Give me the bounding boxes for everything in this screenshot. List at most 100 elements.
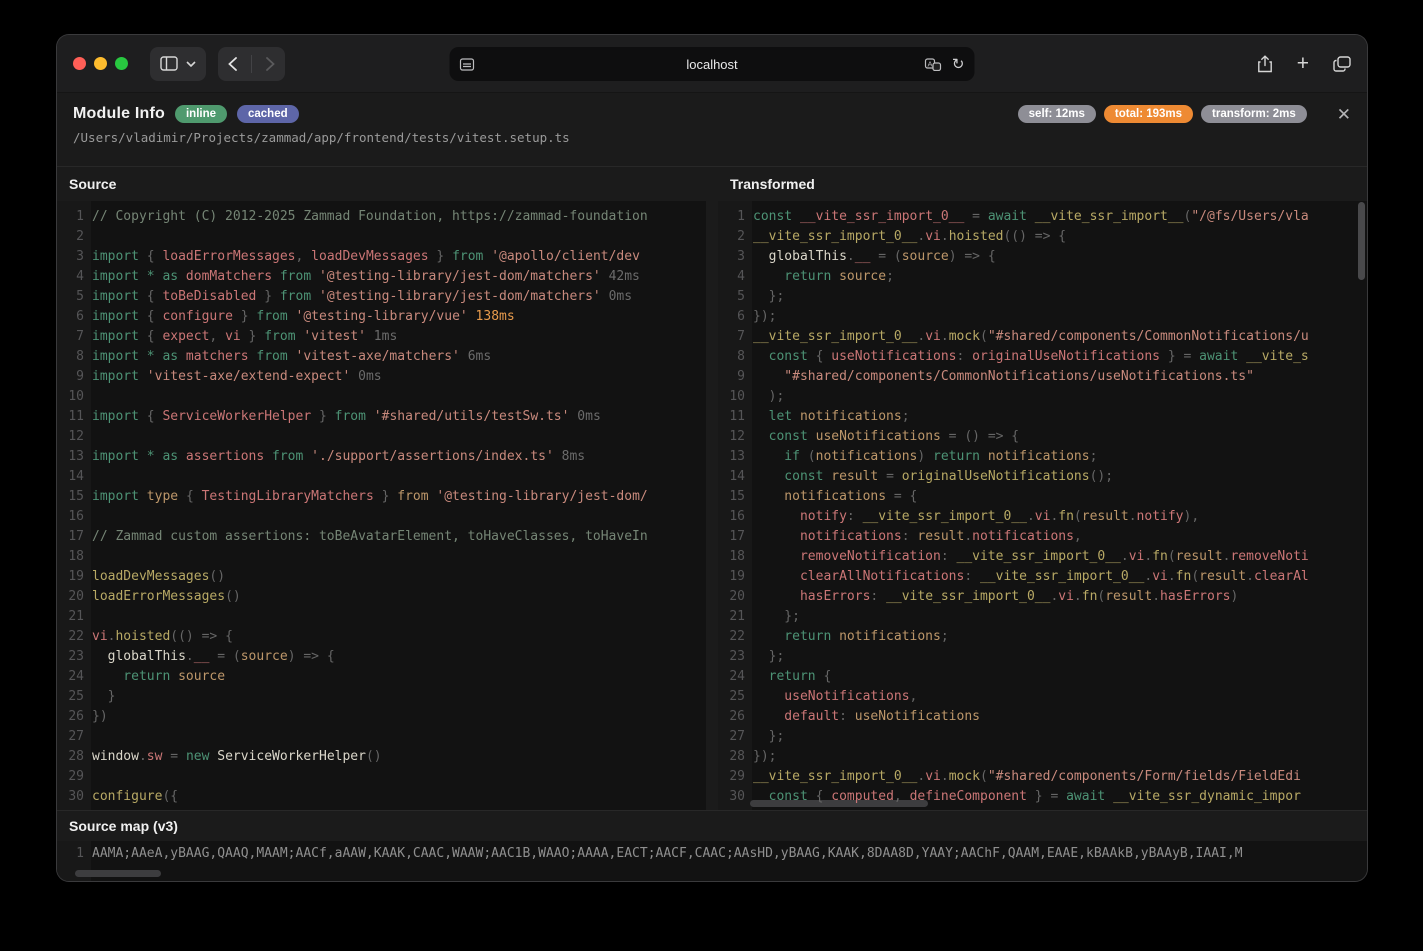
vertical-scrollbar[interactable] <box>1358 202 1365 280</box>
nav-buttons <box>218 47 285 81</box>
code-line: 30configure({ <box>57 787 706 807</box>
code-line: 25 } <box>57 687 706 707</box>
minimize-window-button[interactable] <box>94 57 107 70</box>
code-line-content: default: useNotifications <box>753 707 980 727</box>
code-line-content: removeNotification: __vite_ssr_import_0_… <box>753 547 1309 567</box>
code-line: 7import { expect, vi } from 'vitest' 1ms <box>57 327 706 347</box>
sidebar-toggle-button[interactable] <box>150 47 206 81</box>
code-line-content: __vite_ssr_import_0__.vi.mock("#shared/c… <box>753 327 1309 347</box>
line-number: 21 <box>57 607 84 627</box>
code-panels: Source 1 // Copyright (C) 2012-2025 Zamma… <box>57 166 1367 810</box>
line-number: 18 <box>57 547 84 567</box>
sourcemap-code-area[interactable]: 1AAMA;AAeA,yBAAG,QAAQ,MAAM;AACf,aAAW,KAA… <box>57 841 1367 881</box>
line-number: 29 <box>718 767 745 787</box>
code-line: 19loadDevMessages() <box>57 567 706 587</box>
code-line-content: if (notifications) return notifications; <box>753 447 1097 467</box>
cached-badge: cached <box>237 105 299 123</box>
total-time-badge: total: 193ms <box>1104 105 1193 123</box>
line-number: 30 <box>718 787 745 807</box>
code-line: 29 <box>57 767 706 787</box>
line-number: 17 <box>718 527 745 547</box>
code-line-content: } <box>92 687 115 707</box>
code-line: 15 notifications = { <box>718 487 1367 507</box>
code-line-content: window.sw = new ServiceWorkerHelper() <box>92 747 382 767</box>
new-tab-button[interactable]: + <box>1297 53 1309 74</box>
code-line: 23 globalThis.__ = (source) => { <box>57 647 706 667</box>
code-line-content: loadErrorMessages() <box>92 587 241 607</box>
line-number: 13 <box>57 447 84 467</box>
code-line: 24 return { <box>718 667 1367 687</box>
line-number: 10 <box>57 387 84 407</box>
code-line: 19 clearAllNotifications: __vite_ssr_imp… <box>718 567 1367 587</box>
code-line: 14 const result = originalUseNotificatio… <box>718 467 1367 487</box>
back-button[interactable] <box>228 57 237 71</box>
code-line: 21 <box>57 607 706 627</box>
source-panel-title: Source <box>57 167 706 201</box>
code-line: 12 const useNotifications = () => { <box>718 427 1367 447</box>
code-line: 26}) <box>57 707 706 727</box>
line-number: 29 <box>57 767 84 787</box>
share-button[interactable] <box>1257 55 1273 73</box>
code-line: 23 }; <box>718 647 1367 667</box>
code-line-content: // Copyright (C) 2012-2025 Zammad Founda… <box>92 207 648 227</box>
code-line: 26 default: useNotifications <box>718 707 1367 727</box>
line-number: 3 <box>57 247 84 267</box>
traffic-lights <box>73 57 128 70</box>
line-number: 15 <box>718 487 745 507</box>
code-line: 17 notifications: result.notifications, <box>718 527 1367 547</box>
inline-badge: inline <box>175 105 227 123</box>
horizontal-scrollbar[interactable] <box>75 870 161 877</box>
code-line-content: ); <box>753 387 784 407</box>
line-number: 25 <box>718 687 745 707</box>
line-number: 4 <box>57 267 84 287</box>
page-format-icon[interactable] <box>460 58 475 71</box>
line-number: 17 <box>57 527 84 547</box>
reload-button[interactable]: ↻ <box>952 55 965 73</box>
sourcemap-section: Source map (v3) 1AAMA;AAeA,yBAAG,QAAQ,MA… <box>57 810 1367 881</box>
transformed-panel-title: Transformed <box>718 167 1367 201</box>
close-window-button[interactable] <box>73 57 86 70</box>
zoom-window-button[interactable] <box>115 57 128 70</box>
code-line: 2__vite_ssr_import_0__.vi.hoisted(() => … <box>718 227 1367 247</box>
line-number: 26 <box>718 707 745 727</box>
translate-icon[interactable]: A <box>925 58 942 71</box>
code-line-content: // Zammad custom assertions: toBeAvatarE… <box>92 527 648 547</box>
tab-overview-button[interactable] <box>1333 56 1351 72</box>
svg-text:A: A <box>928 59 933 68</box>
url-bar[interactable]: localhost A ↻ <box>450 47 975 81</box>
code-line-content: const { useNotifications: originalUseNot… <box>753 347 1309 367</box>
code-line: 4 return source; <box>718 267 1367 287</box>
code-line-content: const useNotifications = () => { <box>753 427 1019 447</box>
close-icon[interactable]: ✕ <box>1337 106 1351 123</box>
code-line: 3 import { loadErrorMessages, loadDevMess… <box>57 247 706 267</box>
line-number: 25 <box>57 687 84 707</box>
code-line-content: const result = originalUseNotifications(… <box>753 467 1113 487</box>
transformed-code-area[interactable]: 1const __vite_ssr_import_0__ = await __v… <box>718 201 1367 810</box>
code-line-content: AAMA;AAeA,yBAAG,QAAQ,MAAM;AACf,aAAW,KAAK… <box>92 844 1243 864</box>
line-number: 16 <box>57 507 84 527</box>
code-line: 28}); <box>718 747 1367 767</box>
forward-button[interactable] <box>266 57 275 71</box>
code-line: 13 if (notifications) return notificatio… <box>718 447 1367 467</box>
code-line-content: const { computed, defineComponent } = aw… <box>753 787 1301 807</box>
module-info-header: Module Info inline cached self: 12ms tot… <box>57 93 1367 166</box>
line-number: 28 <box>57 747 84 767</box>
code-line-content: import 'vitest-axe/extend-expect' 0ms <box>92 367 382 387</box>
code-line-content: import { loadErrorMessages, loadDevMessa… <box>92 247 640 267</box>
line-number: 19 <box>718 567 745 587</box>
code-line: 17 // Zammad custom assertions: toBeAvata… <box>57 527 706 547</box>
source-code-area[interactable]: 1 // Copyright (C) 2012-2025 Zammad Found… <box>57 201 706 810</box>
code-line: 16 <box>57 507 706 527</box>
code-line: 7__vite_ssr_import_0__.vi.mock("#shared/… <box>718 327 1367 347</box>
line-number: 7 <box>57 327 84 347</box>
code-line-content: notifications: result.notifications, <box>753 527 1082 547</box>
line-number: 2 <box>57 227 84 247</box>
line-number: 5 <box>718 287 745 307</box>
code-line-content: return { <box>753 667 831 687</box>
code-line: 24 return source <box>57 667 706 687</box>
code-line-content: const __vite_ssr_import_0__ = await __vi… <box>753 207 1309 227</box>
code-line: 16 notify: __vite_ssr_import_0__.vi.fn(r… <box>718 507 1367 527</box>
line-number: 1 <box>57 207 84 227</box>
code-line: 28 window.sw = new ServiceWorkerHelper() <box>57 747 706 767</box>
line-number: 20 <box>57 587 84 607</box>
